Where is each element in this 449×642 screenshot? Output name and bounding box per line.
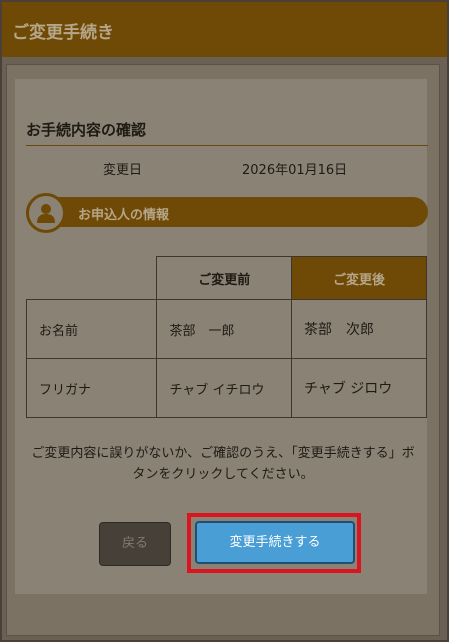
confirmation-notice: ご変更内容に誤りがないか、ご確認のうえ、「変更手続きする」ボタンをクリックしてく… <box>31 446 415 482</box>
page-title: ご変更手続き <box>12 23 114 43</box>
confirm-card: お手続内容の確認 変更日 2026年01月16日 お申込人の情報 ご変更前 ご変… <box>15 79 428 594</box>
table-header-empty <box>27 257 157 300</box>
furigana-before: チャブ イチロウ <box>156 358 292 418</box>
name-before: 茶部 一郎 <box>156 299 292 359</box>
applicant-info-label: お申込人の情報 <box>78 208 170 223</box>
page-header: ご変更手続き <box>2 2 447 57</box>
back-button[interactable]: 戻る <box>99 522 171 566</box>
change-date-label: 変更日 <box>103 163 143 178</box>
row-label-furigana: フリガナ <box>25 358 158 418</box>
person-icon <box>26 193 66 233</box>
name-after: 茶部 次郎 <box>290 299 428 359</box>
column-header-after: ご変更後 <box>290 256 428 300</box>
comparison-table: ご変更前 ご変更後 お名前 茶部 一郎 茶部 次郎 フリガナ チャブ イチロウ … <box>25 256 428 418</box>
furigana-after: チャブ ジロウ <box>290 358 428 418</box>
table-header-row: ご変更前 ご変更後 <box>27 256 428 300</box>
row-label-name: お名前 <box>25 299 158 359</box>
table-row: お名前 茶部 一郎 茶部 次郎 <box>25 299 428 359</box>
app-frame: ご変更手続き お手続内容の確認 変更日 2026年01月16日 お申込人の情報 <box>0 0 449 642</box>
section-divider <box>26 145 428 146</box>
section-title: お手続内容の確認 <box>26 121 147 139</box>
content-panel: お手続内容の確認 変更日 2026年01月16日 お申込人の情報 ご変更前 ご変… <box>6 64 440 636</box>
table-row: フリガナ チャブ イチロウ チャブ ジロウ <box>25 358 428 418</box>
submit-change-button[interactable]: 変更手続きする <box>195 521 355 564</box>
column-header-before: ご変更前 <box>156 256 292 300</box>
change-date-value: 2026年01月16日 <box>242 163 348 178</box>
applicant-info-header: お申込人の情報 <box>26 193 428 233</box>
